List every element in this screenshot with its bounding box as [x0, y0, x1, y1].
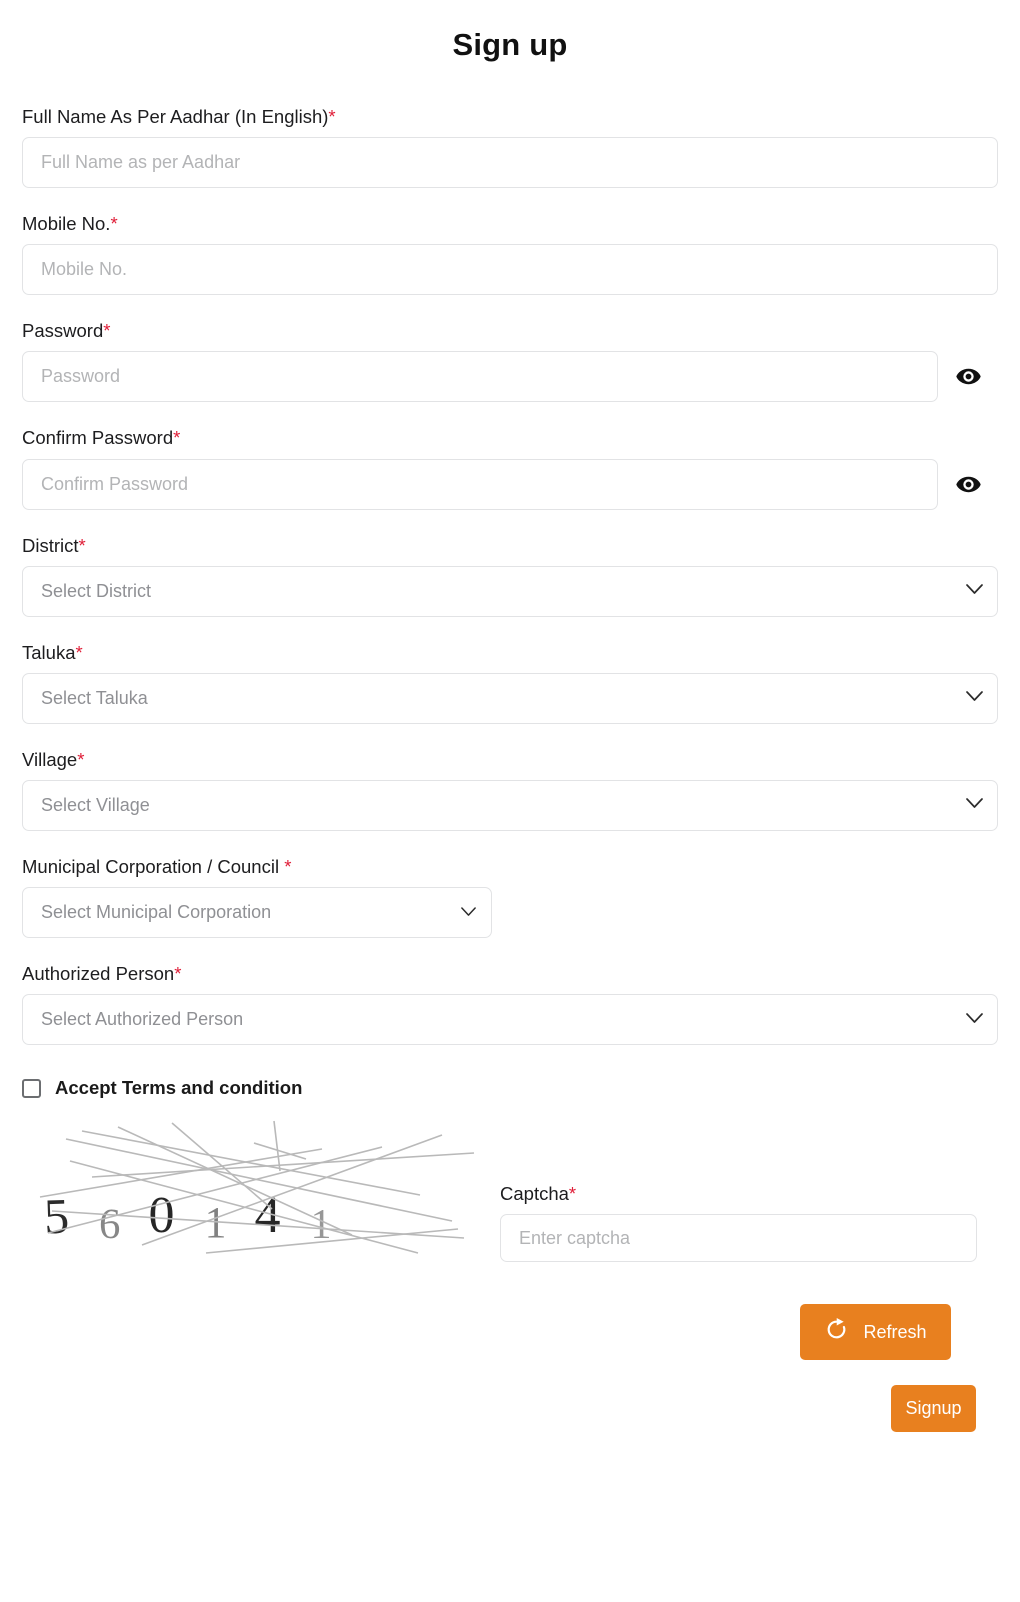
- authorized-person-select-wrap: Select Authorized Person: [22, 994, 998, 1046]
- password-label-text: Password: [22, 320, 104, 342]
- authorized-person-label: Authorized Person*: [22, 962, 998, 985]
- confirm-password-label-text: Confirm Password: [22, 427, 174, 449]
- village-label-text: Village: [22, 748, 78, 770]
- district-select-wrap: Select District: [22, 565, 998, 617]
- captcha-image: 560141: [22, 1113, 477, 1261]
- field-village: Village* Select Village: [22, 748, 998, 831]
- full-name-label-text: Full Name As Per Aadhar (In English): [22, 106, 329, 127]
- captcha-label: Captcha*: [500, 1182, 998, 1205]
- mobile-label: Mobile No.*: [22, 212, 998, 235]
- field-taluka: Taluka* Select Taluka: [22, 641, 998, 724]
- refresh-captcha-button[interactable]: Refresh: [800, 1304, 951, 1361]
- eye-icon: [955, 368, 981, 385]
- field-password: Password*: [22, 319, 998, 403]
- captcha-input[interactable]: [500, 1214, 977, 1263]
- village-select[interactable]: Select Village: [22, 779, 998, 831]
- field-district: District* Select District: [22, 534, 998, 617]
- page-title: Sign up: [452, 27, 568, 62]
- password-label: Password*: [22, 319, 998, 342]
- field-full-name: Full Name As Per Aadhar (In English)*: [22, 105, 998, 189]
- district-label-text: District: [22, 534, 79, 556]
- municipal-corporation-label: Municipal Corporation / Council *: [22, 855, 998, 878]
- signup-button[interactable]: Signup: [891, 1385, 976, 1433]
- field-municipal-corporation: Municipal Corporation / Council * Select…: [22, 855, 998, 938]
- required-asterisk: *: [75, 641, 83, 663]
- taluka-select[interactable]: Select Taluka: [22, 672, 998, 724]
- required-asterisk: *: [174, 963, 182, 984]
- captcha-label-text: Captcha: [500, 1183, 569, 1205]
- required-asterisk: *: [110, 213, 118, 235]
- village-select-wrap: Select Village: [22, 779, 998, 831]
- full-name-input[interactable]: [22, 137, 998, 189]
- refresh-button-label: Refresh: [863, 1321, 927, 1342]
- municipal-corporation-select[interactable]: Select Municipal Corporation: [22, 887, 492, 938]
- authorized-person-label-text: Authorized Person: [22, 963, 175, 984]
- refresh-row: Refresh: [22, 1304, 998, 1361]
- signup-form: Full Name As Per Aadhar (In English)* Mo…: [0, 105, 1020, 1454]
- confirm-password-label: Confirm Password*: [22, 426, 998, 449]
- village-label: Village*: [22, 748, 998, 771]
- required-asterisk: *: [78, 534, 86, 556]
- required-asterisk: *: [77, 748, 85, 770]
- captcha-row: 560141 Captcha*: [22, 1113, 998, 1263]
- toggle-confirm-password-visibility-button[interactable]: [938, 459, 998, 510]
- captcha-field: Captcha*: [477, 1113, 998, 1263]
- captcha-noise-lines: [39, 1121, 475, 1254]
- eye-icon: [955, 476, 981, 493]
- mobile-label-text: Mobile No.: [22, 213, 111, 235]
- accept-terms-checkbox[interactable]: [22, 1078, 41, 1098]
- signup-page: Sign up Full Name As Per Aadhar (In Engl…: [0, 0, 1020, 1454]
- field-mobile: Mobile No.*: [22, 212, 998, 296]
- taluka-label: Taluka*: [22, 641, 998, 664]
- required-asterisk: *: [568, 1183, 577, 1205]
- signup-row: Signup: [22, 1385, 998, 1454]
- confirm-password-control-row: [22, 458, 998, 510]
- district-label: District*: [22, 534, 998, 557]
- municipal-corporation-select-wrap: Select Municipal Corporation: [22, 887, 492, 938]
- required-asterisk: *: [284, 855, 292, 877]
- accept-terms-label: Accept Terms and condition: [55, 1077, 303, 1099]
- mobile-input[interactable]: [22, 244, 998, 296]
- authorized-person-select[interactable]: Select Authorized Person: [22, 994, 998, 1046]
- accept-terms-row: Accept Terms and condition: [22, 1077, 998, 1099]
- taluka-select-wrap: Select Taluka: [22, 672, 998, 724]
- field-confirm-password: Confirm Password*: [22, 426, 998, 510]
- district-select[interactable]: Select District: [22, 565, 998, 617]
- confirm-password-input[interactable]: [22, 458, 939, 510]
- field-authorized-person: Authorized Person* Select Authorized Per…: [22, 962, 998, 1046]
- password-input[interactable]: [22, 351, 939, 403]
- toggle-password-visibility-button[interactable]: [938, 351, 998, 402]
- refresh-icon: [824, 1317, 849, 1347]
- required-asterisk: *: [103, 320, 111, 342]
- required-asterisk: *: [173, 427, 181, 449]
- full-name-label: Full Name As Per Aadhar (In English)*: [22, 105, 998, 128]
- municipal-corporation-label-text: Municipal Corporation / Council: [22, 855, 285, 877]
- taluka-label-text: Taluka: [22, 641, 76, 663]
- required-asterisk: *: [328, 106, 336, 127]
- password-control-row: [22, 351, 998, 403]
